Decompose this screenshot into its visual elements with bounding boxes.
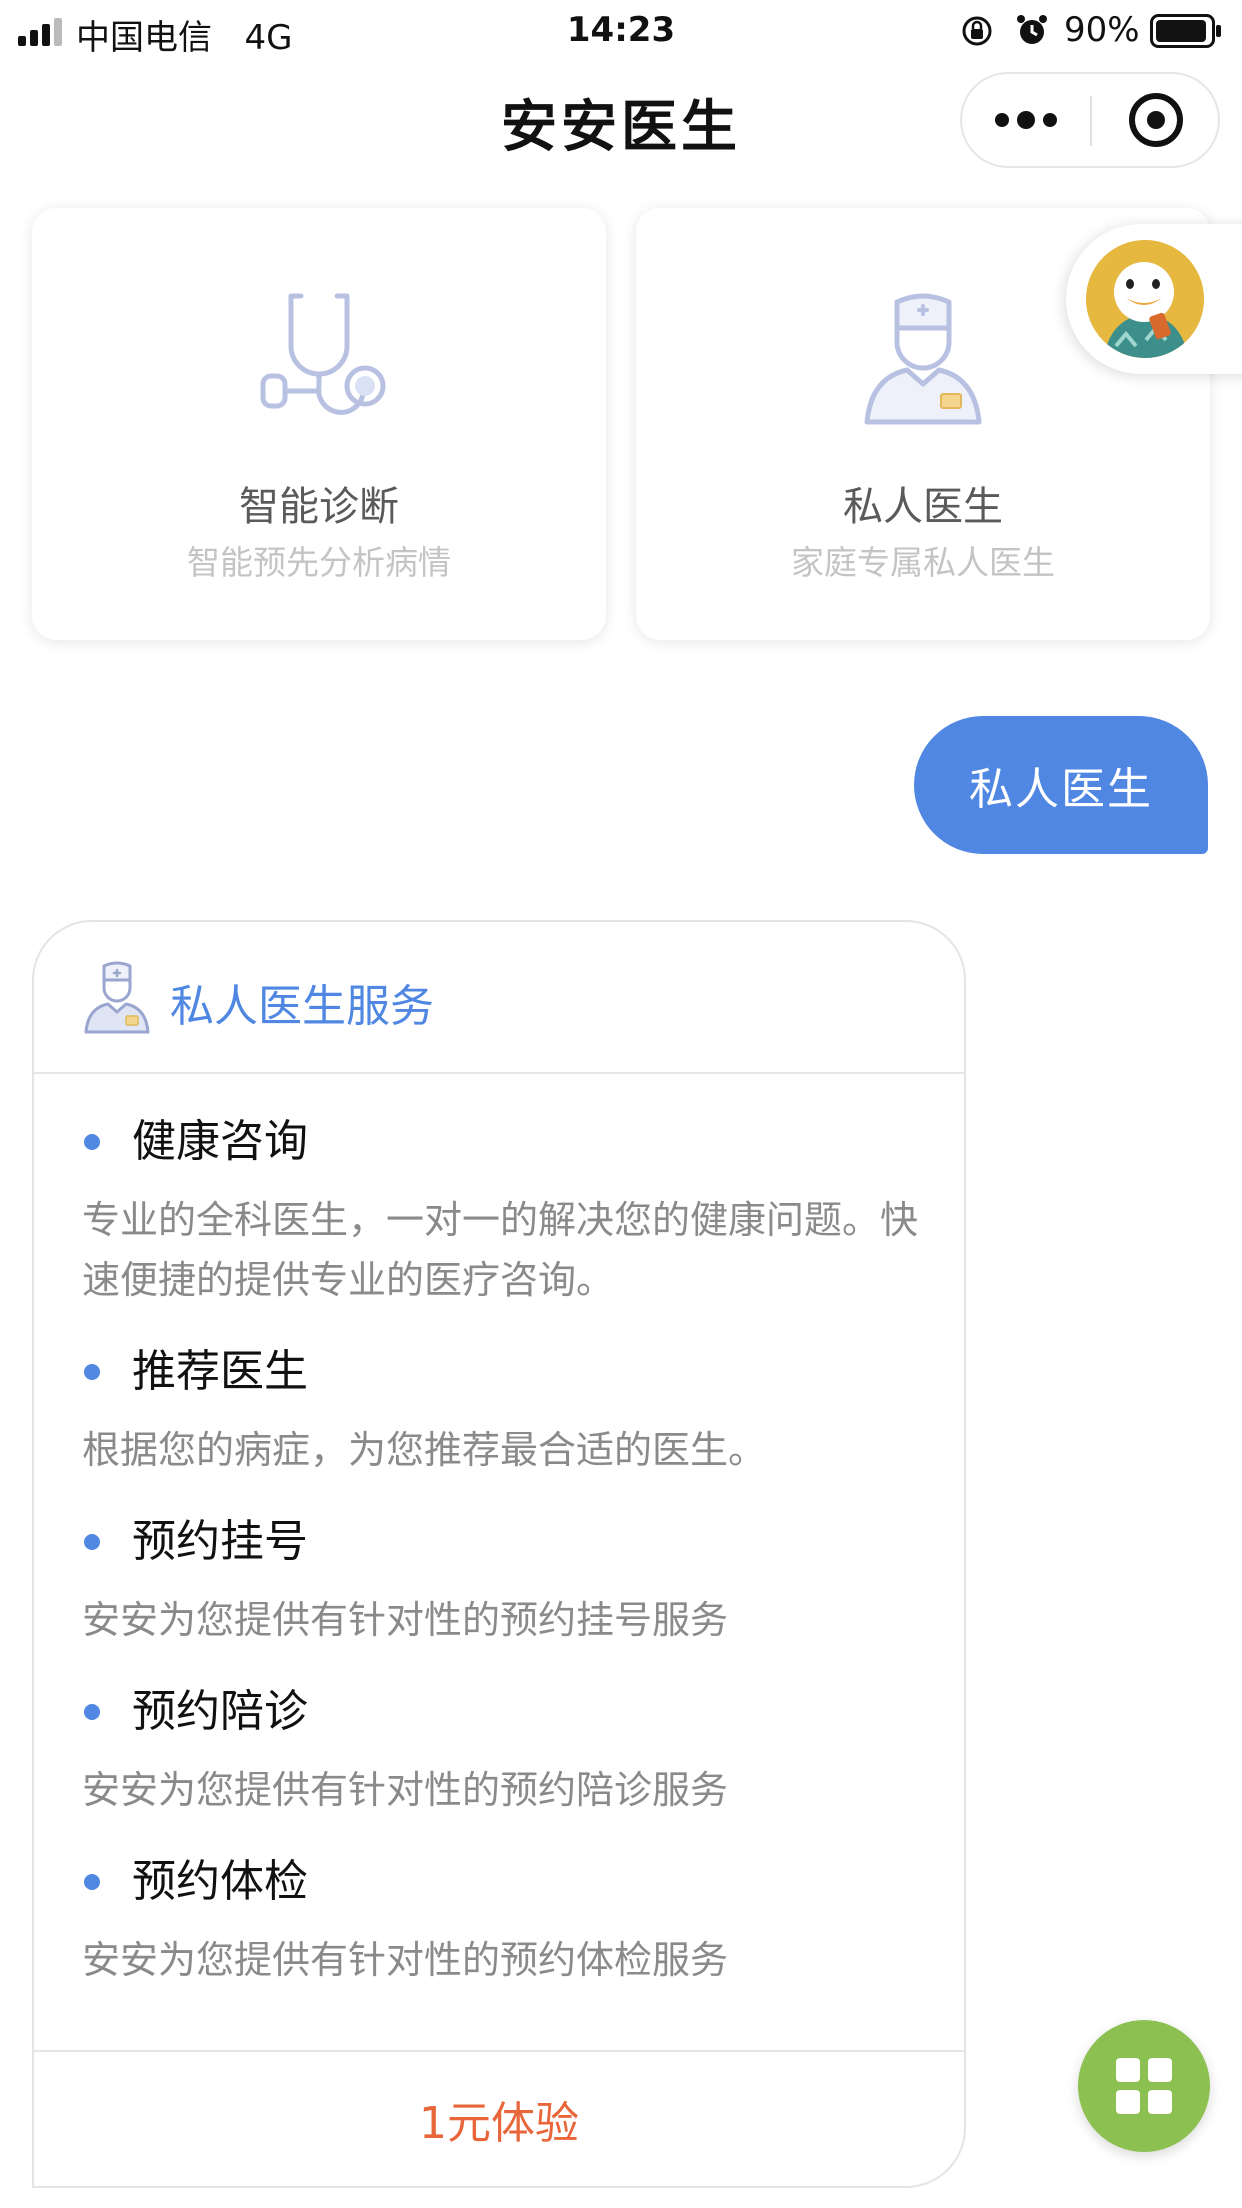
service-item-desc: 安安为您提供有针对性的预约挂号服务 [82, 1598, 729, 1642]
service-item: 预约陪诊 安安为您提供有针对性的预约陪诊服务 [82, 1682, 922, 1820]
trial-button-label: 1元体验 [419, 2098, 579, 2149]
service-item-title: 推荐医生 [132, 1346, 308, 1397]
battery-percent: 90% [1064, 10, 1140, 50]
service-item-title: 预约体检 [132, 1856, 308, 1907]
service-card-header: 私人医生服务 [34, 922, 964, 1074]
service-item: 推荐医生 根据您的病症，为您推荐最合适的医生。 [82, 1342, 922, 1480]
alarm-icon [1017, 15, 1047, 44]
private-doctor-service-card: 私人医生服务 健康咨询 专业的全科医生，一对一的解决您的健康问题。快速便捷的提供… [32, 920, 966, 2188]
rotation-lock-icon [962, 16, 992, 46]
target-icon [1129, 93, 1183, 147]
more-dot-icon [1017, 111, 1035, 129]
feature-card-title: 私人医生 [843, 484, 1003, 530]
avatar [1086, 240, 1204, 358]
grid-icon [1148, 2058, 1172, 2082]
grid-icon [1116, 2090, 1140, 2114]
more-button[interactable] [962, 74, 1090, 166]
service-item-desc: 安安为您提供有针对性的预约体检服务 [82, 1938, 729, 1982]
status-time: 14:23 [566, 10, 676, 50]
doctor-icon [864, 293, 982, 425]
feature-card-title: 智能诊断 [239, 484, 399, 530]
service-item-desc: 安安为您提供有针对性的预约陪诊服务 [82, 1768, 729, 1812]
service-item-title: 预约挂号 [132, 1516, 308, 1567]
trial-button[interactable]: 1元体验 [34, 2050, 964, 2186]
feature-card-diagnosis[interactable]: 智能诊断 智能预先分析病情 [32, 208, 606, 640]
service-card-title: 私人医生服务 [170, 981, 434, 1032]
more-dot-icon [995, 113, 1009, 127]
service-item: 预约挂号 安安为您提供有针对性的预约挂号服务 [82, 1512, 922, 1650]
bullet-icon [84, 1134, 100, 1150]
service-item-desc: 专业的全科医生，一对一的解决您的健康问题。快速便捷的提供专业的医疗咨询。 [82, 1198, 919, 1302]
mini-program-capsule [960, 72, 1220, 168]
battery-icon [1150, 14, 1221, 48]
feature-card-subtitle: 智能预先分析病情 [187, 543, 451, 582]
bullet-icon [84, 1874, 100, 1890]
grid-icon [1116, 2058, 1140, 2082]
service-item-desc: 根据您的病症，为您推荐最合适的医生。 [82, 1428, 767, 1472]
assistant-avatar-tab[interactable] [1066, 224, 1242, 374]
service-item: 预约体检 安安为您提供有针对性的预约体检服务 [82, 1852, 922, 1990]
doctor-icon [84, 961, 150, 1034]
stethoscope-icon [260, 293, 386, 415]
bullet-icon [84, 1534, 100, 1550]
bullet-icon [84, 1704, 100, 1720]
user-message-bubble: 私人医生 [914, 716, 1208, 854]
close-mini-program-button[interactable] [1092, 74, 1220, 166]
service-item: 健康咨询 专业的全科医生，一对一的解决您的健康问题。快速便捷的提供专业的医疗咨询… [82, 1112, 922, 1310]
menu-grid-button[interactable] [1078, 2020, 1210, 2152]
grid-icon [1148, 2090, 1172, 2114]
service-item-title: 预约陪诊 [132, 1686, 308, 1737]
duck-avatar-icon [1086, 240, 1204, 358]
bullet-icon [84, 1364, 100, 1380]
status-bar: 中国电信 4G 14:23 90% [0, 0, 1242, 62]
more-dot-icon [1043, 113, 1057, 127]
service-item-title: 健康咨询 [132, 1116, 308, 1167]
feature-card-subtitle: 家庭专属私人医生 [791, 543, 1055, 582]
